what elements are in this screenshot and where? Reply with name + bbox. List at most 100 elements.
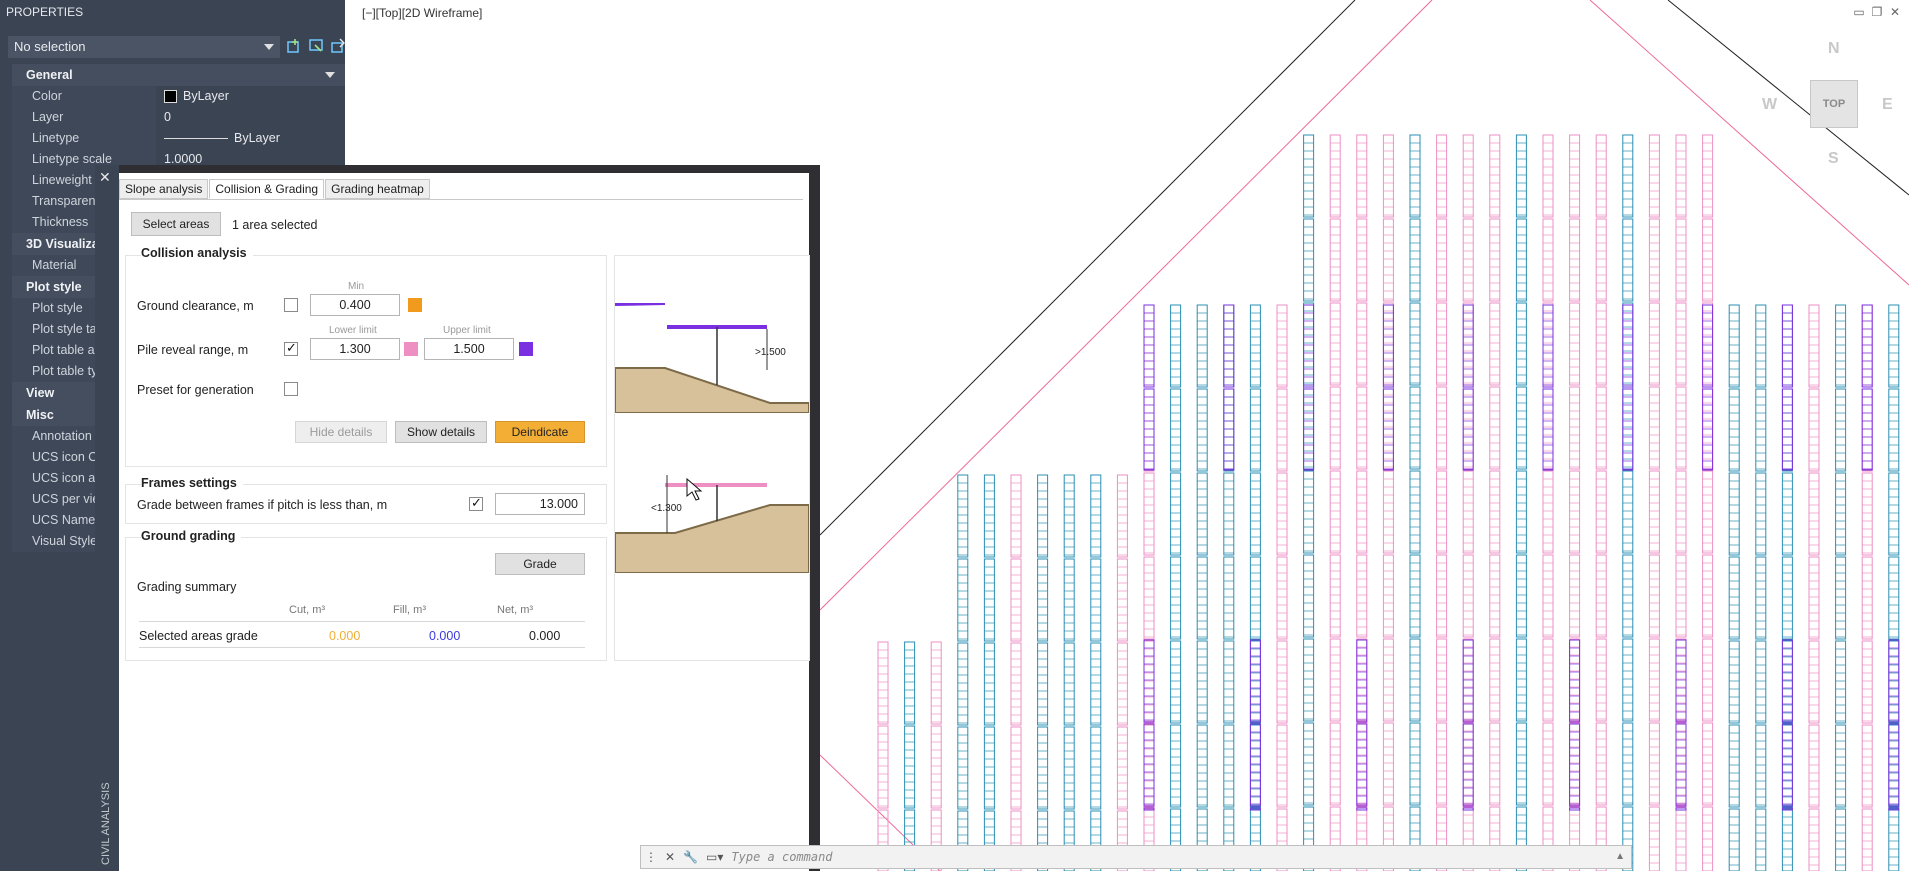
pile-frame — [1436, 302, 1448, 386]
pile-frame — [1116, 474, 1128, 558]
pile-frame — [1569, 218, 1581, 302]
select-areas-button[interactable]: Select areas — [131, 212, 221, 236]
close-icon[interactable]: ✕ — [665, 850, 675, 864]
pile-frame — [1436, 638, 1448, 722]
upper-limit-color-swatch[interactable] — [519, 342, 533, 356]
pile-frame — [1382, 386, 1394, 470]
grade-button[interactable]: Grade — [495, 553, 585, 575]
property-row[interactable]: Color ByLayer — [12, 86, 345, 107]
viewcube-west[interactable]: W — [1762, 96, 1777, 114]
grade-between-frames-checkbox[interactable] — [469, 495, 483, 511]
pile-frame — [1170, 640, 1182, 724]
pile-frame — [1329, 134, 1341, 218]
viewport-label[interactable]: [−][Top][2D Wireframe] — [362, 6, 482, 20]
pile-reveal-upper-input[interactable]: 1.500 — [424, 338, 514, 360]
pile-frame — [1755, 556, 1767, 640]
chevron-down-icon[interactable] — [325, 72, 335, 78]
pile-frame — [1382, 388, 1394, 471]
viewcube-top-face[interactable]: TOP — [1810, 80, 1858, 128]
pile-frame — [1595, 554, 1607, 638]
toggle-pickadd-icon[interactable] — [286, 38, 302, 54]
pile-frame — [1542, 386, 1554, 470]
pile-frame — [1223, 724, 1235, 808]
pile-frame — [1037, 642, 1049, 726]
ground-clearance-input[interactable]: 0.400 — [310, 294, 400, 316]
pile-frame — [1728, 388, 1740, 472]
pile-frame — [1542, 554, 1554, 638]
pile-frame — [1303, 386, 1315, 470]
ground-clearance-color-swatch[interactable] — [408, 298, 422, 312]
command-history-icon[interactable]: ▭▾ — [706, 850, 723, 864]
restore-icon[interactable]: ❐ — [1871, 6, 1883, 18]
pile-frame — [1143, 388, 1155, 472]
lower-limit-color-swatch[interactable] — [404, 342, 418, 356]
grip-icon[interactable]: ⋮ — [645, 850, 657, 864]
pile-frame — [1861, 472, 1873, 556]
quick-select-icon[interactable] — [330, 38, 346, 54]
selection-value: No selection — [14, 39, 86, 54]
pile-frame — [1223, 304, 1235, 388]
minimize-icon[interactable]: ▭ — [1853, 6, 1865, 18]
pile-frame — [1808, 808, 1820, 871]
viewcube-north[interactable]: N — [1828, 40, 1840, 58]
close-icon[interactable]: ✕ — [99, 169, 111, 186]
close-icon[interactable]: ✕ — [1889, 6, 1901, 18]
viewcube-east[interactable]: E — [1882, 96, 1893, 114]
selection-dropdown[interactable]: No selection — [8, 36, 280, 58]
pile-frame — [1037, 726, 1049, 810]
viewcube[interactable]: N W E S TOP — [1760, 40, 1900, 170]
hide-details-button[interactable]: Hide details — [295, 421, 387, 443]
pile-frame — [957, 474, 969, 558]
pile-frame — [1755, 472, 1767, 556]
pile-frame — [1223, 388, 1235, 472]
property-row[interactable]: Linetype ByLayer — [12, 128, 345, 149]
preset-checkbox[interactable] — [284, 382, 298, 396]
pile-frame — [1196, 640, 1208, 724]
pile-frame — [1515, 134, 1527, 218]
deindicate-button[interactable]: Deindicate — [495, 421, 585, 443]
property-row[interactable]: Layer 0 — [12, 107, 345, 128]
show-details-button[interactable]: Show details — [395, 421, 487, 443]
pile-frame — [1755, 724, 1767, 808]
category-label: Misc — [26, 408, 54, 422]
pile-frame — [904, 641, 916, 725]
chevron-up-icon[interactable]: ▲ — [1615, 851, 1625, 862]
civil-analysis-palette: ✕ CIVIL ANALYSIS Slope analysis Collisio… — [95, 165, 820, 871]
property-category[interactable]: General — [12, 64, 345, 86]
pile-frame — [1808, 304, 1820, 388]
pile-frame — [1249, 304, 1261, 388]
tab-collision-grading[interactable]: Collision & Grading — [209, 179, 325, 199]
pile-frame — [1489, 470, 1501, 554]
pile-frame — [1648, 554, 1660, 638]
pile-frame — [1702, 638, 1714, 722]
wrench-icon[interactable]: 🔧 — [683, 850, 698, 864]
pile-frame — [1196, 388, 1208, 472]
pile-frame — [1515, 386, 1527, 470]
property-value[interactable]: ByLayer — [156, 86, 345, 107]
command-line[interactable]: ⋮ ✕ 🔧 ▭▾ Type a command ▲ — [640, 845, 1632, 869]
tab-grading-heatmap[interactable]: Grading heatmap — [325, 179, 430, 199]
pile-reveal-lower-input[interactable]: 1.300 — [310, 338, 400, 360]
pile-frame — [1223, 304, 1235, 388]
select-objects-icon[interactable] — [308, 38, 324, 54]
upper-tag-text: >1.500 — [755, 347, 786, 358]
property-value[interactable]: 0 — [156, 107, 345, 128]
pile-frame — [1409, 218, 1421, 302]
pile-frame — [1329, 722, 1341, 806]
tab-slope-analysis[interactable]: Slope analysis — [119, 179, 209, 199]
pile-frame — [1356, 218, 1368, 302]
ground-grading-title: Ground grading — [141, 529, 242, 543]
property-value[interactable]: ByLayer — [156, 128, 345, 149]
command-input[interactable]: Type a command — [731, 850, 832, 864]
pile-frame — [1648, 218, 1660, 302]
grade-between-frames-input[interactable]: 13.000 — [495, 493, 585, 515]
pile-frame — [1276, 640, 1288, 724]
pile-frame — [1489, 218, 1501, 302]
ground-clearance-checkbox[interactable] — [284, 298, 298, 312]
viewcube-south[interactable]: S — [1828, 150, 1839, 168]
pile-reveal-checkbox[interactable] — [284, 340, 298, 356]
pile-frame — [1569, 723, 1581, 807]
pile-frame — [1462, 723, 1474, 807]
pile-frame — [957, 726, 969, 810]
pile-frame — [1010, 726, 1022, 810]
